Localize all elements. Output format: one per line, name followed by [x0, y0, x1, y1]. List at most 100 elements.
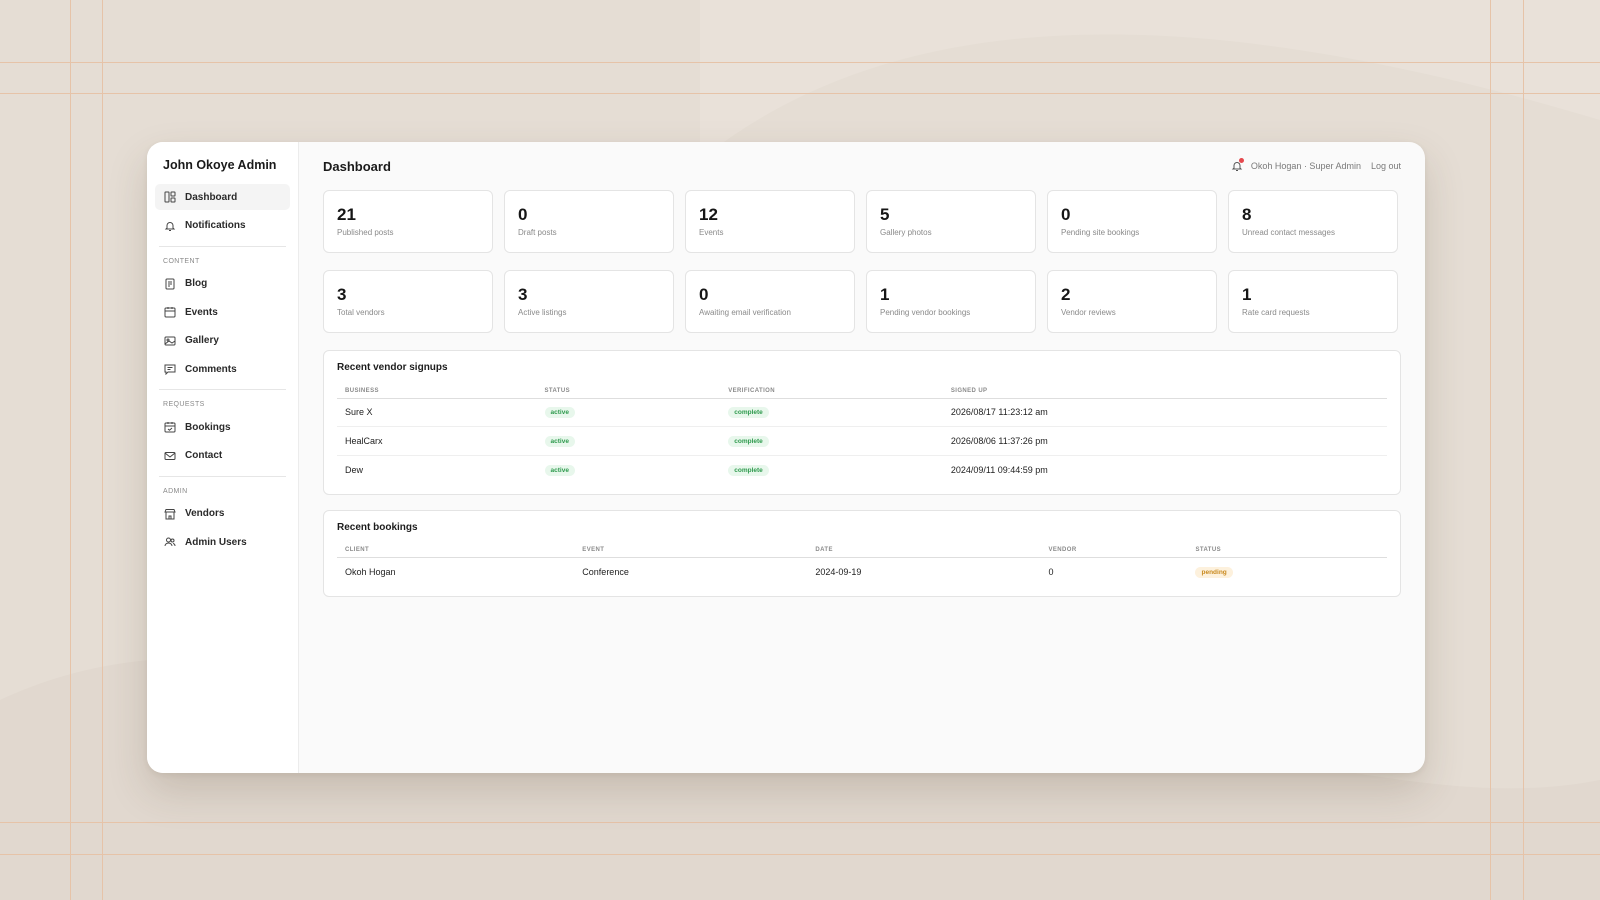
- sidebar-item-label: Notifications: [185, 220, 246, 231]
- stat-value: 8: [1242, 205, 1252, 224]
- stat-label: Pending site bookings: [1061, 228, 1140, 237]
- stat-value: 3: [337, 285, 347, 304]
- stat-card-rate-card-requests: 1 Rate card requests: [1228, 270, 1398, 333]
- vendor-signups-table: BUSINESS STATUS VERIFICATION SIGNED UP S…: [337, 384, 1387, 484]
- panel-title: Recent bookings: [337, 521, 418, 533]
- stat-card-pending-vendor-bookings: 1 Pending vendor bookings: [866, 270, 1036, 333]
- status-badge: pending: [1195, 567, 1233, 578]
- stat-value: 0: [699, 285, 709, 304]
- sidebar-item-events[interactable]: Events: [155, 299, 290, 325]
- calendar-icon: [164, 306, 176, 318]
- sidebar-item-bookings[interactable]: Bookings: [155, 414, 290, 440]
- page-title: Dashboard: [323, 158, 391, 174]
- event-cell: Conference: [582, 567, 629, 577]
- store-icon: [164, 508, 176, 520]
- sidebar-item-label: Gallery: [185, 335, 219, 346]
- signed-up-cell: 2026/08/17 11:23:12 am: [942, 398, 1387, 427]
- stat-card-gallery-photos: 5 Gallery photos: [866, 190, 1036, 253]
- column-header: STATUS: [1187, 543, 1387, 558]
- stat-card-draft-posts: 0 Draft posts: [504, 190, 674, 253]
- sidebar-item-label: Blog: [185, 278, 208, 289]
- sidebar-item-label: Dashboard: [185, 191, 238, 203]
- sidebar-item-label: Vendors: [185, 508, 225, 519]
- logout-link[interactable]: Log out: [1371, 161, 1401, 171]
- stat-card-pending-site-bookings: 0 Pending site bookings: [1047, 190, 1217, 253]
- sidebar-item-dashboard[interactable]: Dashboard: [155, 184, 290, 210]
- sidebar-item-label: Events: [185, 306, 218, 318]
- divider: [159, 475, 286, 477]
- stat-label: Unread contact messages: [1242, 228, 1335, 237]
- client-cell: Okoh Hogan: [345, 567, 396, 577]
- section-label-content: CONTENT: [163, 257, 200, 265]
- stat-card-total-vendors: 3 Total vendors: [323, 270, 493, 333]
- table-row[interactable]: HealCarx active complete 2026/08/06 11:3…: [337, 426, 1387, 456]
- stat-value: 3: [518, 285, 528, 304]
- table-row[interactable]: Okoh Hogan Conference 2024-09-19 0 pendi…: [337, 558, 1387, 587]
- recent-bookings-table: CLIENT EVENT DATE VENDOR STATUS Okoh Hog…: [337, 543, 1387, 587]
- business-cell: HealCarx: [337, 426, 537, 456]
- table-row[interactable]: Sure X active complete 2026/08/17 11:23:…: [337, 398, 1387, 427]
- verification-badge: complete: [728, 464, 769, 476]
- main-content: Dashboard Okoh Hogan · Super Admin Log o…: [299, 142, 1425, 773]
- column-header: DATE: [807, 543, 1041, 558]
- vendor-signups-panel: Recent vendor signups BUSINESS STATUS VE…: [323, 350, 1401, 495]
- column-header: CLIENT: [337, 543, 575, 558]
- sidebar-item-notifications[interactable]: Notifications: [155, 213, 290, 239]
- stat-card-awaiting-email-verification: 0 Awaiting email verification: [685, 270, 855, 333]
- status-badge: active: [544, 464, 575, 476]
- stat-label: Pending vendor bookings: [880, 308, 971, 317]
- stat-value: 21: [337, 205, 356, 224]
- comment-icon: [164, 363, 176, 375]
- sidebar-item-admin-users[interactable]: Admin Users: [155, 529, 290, 555]
- document-icon: [164, 278, 176, 290]
- stat-card-events: 12 Events: [685, 190, 855, 253]
- date-cell: 2024-09-19: [815, 567, 862, 577]
- topbar: Dashboard Okoh Hogan · Super Admin Log o…: [323, 158, 1401, 174]
- stat-value: 2: [1061, 285, 1071, 304]
- business-cell: Dew: [345, 464, 364, 475]
- business-cell: Sure X: [337, 398, 537, 427]
- stat-label: Published posts: [337, 228, 394, 237]
- stat-label: Gallery photos: [880, 228, 932, 237]
- sidebar-item-comments[interactable]: Comments: [155, 356, 290, 382]
- divider: [159, 389, 286, 390]
- bell-icon: [164, 220, 176, 232]
- stat-card-active-listings: 3 Active listings: [504, 270, 674, 333]
- stat-label: Rate card requests: [1242, 308, 1310, 317]
- vendor-cell: 0: [1048, 567, 1054, 577]
- signed-up-cell: 2026/08/06 11:37:26 pm: [942, 426, 1387, 456]
- stat-value: 5: [880, 205, 890, 224]
- stat-label: Total vendors: [337, 308, 385, 317]
- status-badge: active: [544, 407, 575, 419]
- notification-dot: [1238, 158, 1244, 163]
- sidebar-item-gallery[interactable]: Gallery: [155, 328, 290, 354]
- mail-icon: [164, 450, 176, 462]
- sidebar-item-blog[interactable]: Blog: [155, 271, 290, 297]
- recent-bookings-panel: Recent bookings CLIENT EVENT DATE VENDOR…: [323, 509, 1401, 597]
- users-icon: [164, 536, 176, 548]
- verification-badge: complete: [728, 435, 769, 447]
- user-menu: Okoh Hogan · Super Admin Log out: [1231, 158, 1401, 172]
- column-header: EVENT: [574, 543, 808, 558]
- sidebar-item-label: Contact: [185, 450, 223, 461]
- column-header: STATUS: [536, 384, 721, 399]
- status-badge: active: [544, 435, 575, 447]
- stat-card-vendor-reviews: 2 Vendor reviews: [1047, 270, 1217, 333]
- stat-label: Awaiting email verification: [699, 308, 791, 317]
- verification-badge: complete: [728, 407, 769, 419]
- divider: [159, 245, 286, 247]
- section-label-admin: ADMIN: [163, 487, 188, 495]
- stat-label: Active listings: [518, 308, 567, 317]
- signed-up-cell: 2024/09/11 09:44:59 pm: [950, 464, 1048, 475]
- column-header: SIGNED UP: [942, 384, 1387, 399]
- calendar-check-icon: [164, 421, 176, 433]
- table-row[interactable]: Dew active complete 2024/09/11 09:44:59 …: [337, 455, 1387, 484]
- dashboard-icon: [164, 191, 176, 203]
- stat-value: 0: [518, 205, 528, 224]
- sidebar-item-label: Bookings: [185, 421, 231, 433]
- stat-value: 12: [699, 205, 718, 224]
- sidebar-item-vendors[interactable]: Vendors: [155, 501, 290, 527]
- sidebar-item-contact[interactable]: Contact: [155, 443, 290, 469]
- notification-bell-icon[interactable]: [1231, 158, 1244, 172]
- sidebar: John Okoye Admin Dashboard Notifications…: [147, 142, 299, 773]
